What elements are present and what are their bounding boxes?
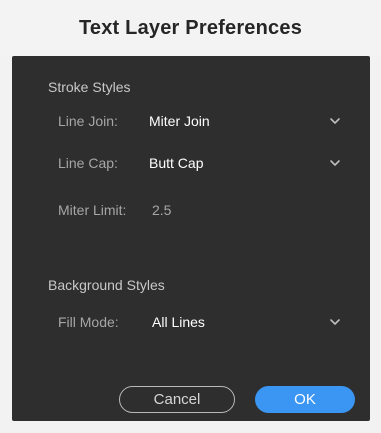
stroke-styles-heading: Stroke Styles [48, 79, 131, 95]
preferences-dialog: Text Layer Preferences Stroke Styles Lin… [0, 0, 381, 433]
chevron-down-icon[interactable] [328, 114, 342, 128]
line-cap-value[interactable]: Butt Cap [149, 155, 203, 171]
dialog-title: Text Layer Preferences [78, 16, 303, 39]
line-cap-label: Line Cap: [58, 155, 118, 171]
title-bar: Text Layer Preferences [0, 0, 381, 56]
fill-mode-label: Fill Mode: [58, 314, 119, 330]
fill-mode-value[interactable]: All Lines [152, 314, 205, 330]
miter-limit-value[interactable]: 2.5 [152, 202, 171, 218]
cancel-button[interactable]: Cancel [119, 386, 235, 413]
preferences-panel: Stroke Styles Line Join: Miter Join Line… [12, 56, 370, 421]
line-join-label: Line Join: [58, 113, 118, 129]
chevron-down-icon[interactable] [328, 156, 342, 170]
line-join-value[interactable]: Miter Join [149, 113, 210, 129]
miter-limit-label: Miter Limit: [58, 202, 127, 218]
background-styles-heading: Background Styles [48, 277, 165, 293]
chevron-down-icon[interactable] [328, 315, 342, 329]
ok-button[interactable]: OK [255, 386, 355, 413]
